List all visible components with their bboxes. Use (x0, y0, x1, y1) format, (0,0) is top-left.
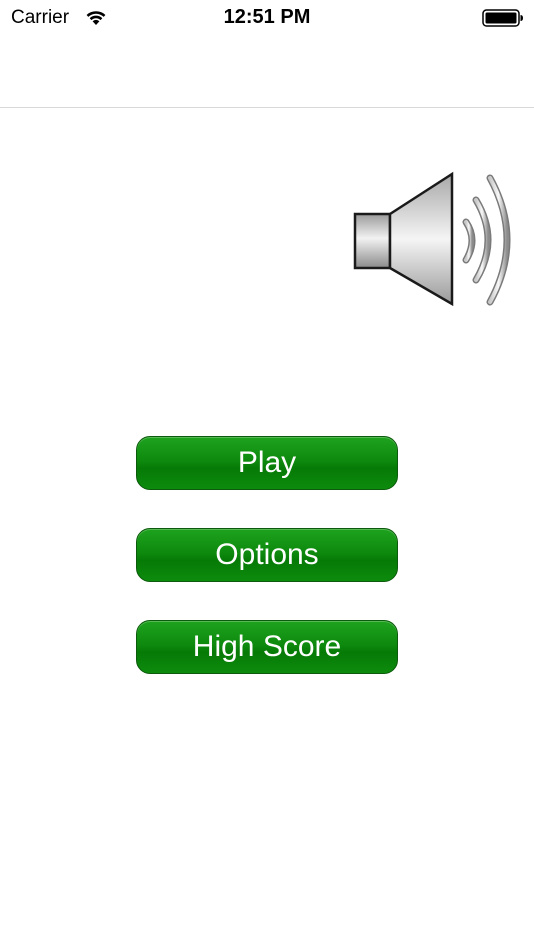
play-button[interactable]: Play (136, 436, 398, 490)
high-score-button[interactable]: High Score (136, 620, 398, 674)
app-screen: Carrier 12:51 PM Play Options High Score (0, 0, 534, 950)
speaker-icon[interactable] (350, 170, 522, 310)
battery-icon (482, 9, 523, 27)
status-bar: Carrier 12:51 PM (0, 0, 534, 40)
clock: 12:51 PM (223, 6, 311, 28)
options-button[interactable]: Options (136, 528, 398, 582)
navigation-bar (0, 40, 534, 108)
